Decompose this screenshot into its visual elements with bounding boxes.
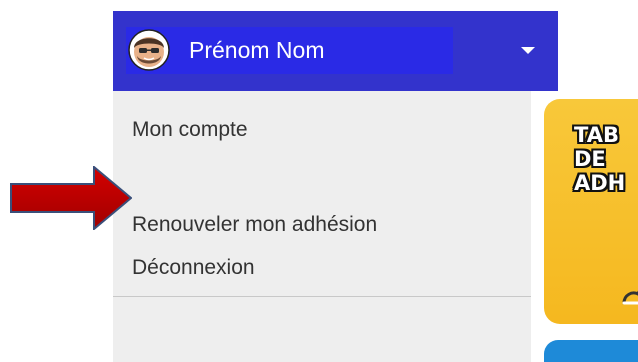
user-name[interactable]: Prénom Nom <box>189 35 324 65</box>
promo-text-line: DE <box>574 147 606 171</box>
cloud-icon <box>622 291 638 305</box>
promo-card[interactable]: TAB DE ADH <box>544 99 638 324</box>
user-menu-toggle[interactable]: Prénom Nom <box>113 11 558 91</box>
caret-down-icon[interactable] <box>521 47 535 54</box>
red-arrow-right-icon <box>10 166 132 230</box>
avatar <box>128 29 170 71</box>
page: Prénom Nom Mon compte Renouveler mon adh… <box>0 0 638 362</box>
user-dropdown-menu: Mon compte Renouveler mon adhésion Décon… <box>113 91 531 362</box>
blue-card[interactable] <box>544 340 638 362</box>
menu-item-mon-compte[interactable]: Mon compte <box>132 116 248 144</box>
promo-text-line: ADH <box>574 171 626 195</box>
menu-divider <box>113 296 531 297</box>
menu-item-deconnexion[interactable]: Déconnexion <box>132 254 255 282</box>
promo-text-line: TAB <box>574 123 619 147</box>
menu-item-renouveler-adhesion[interactable]: Renouveler mon adhésion <box>132 211 377 239</box>
